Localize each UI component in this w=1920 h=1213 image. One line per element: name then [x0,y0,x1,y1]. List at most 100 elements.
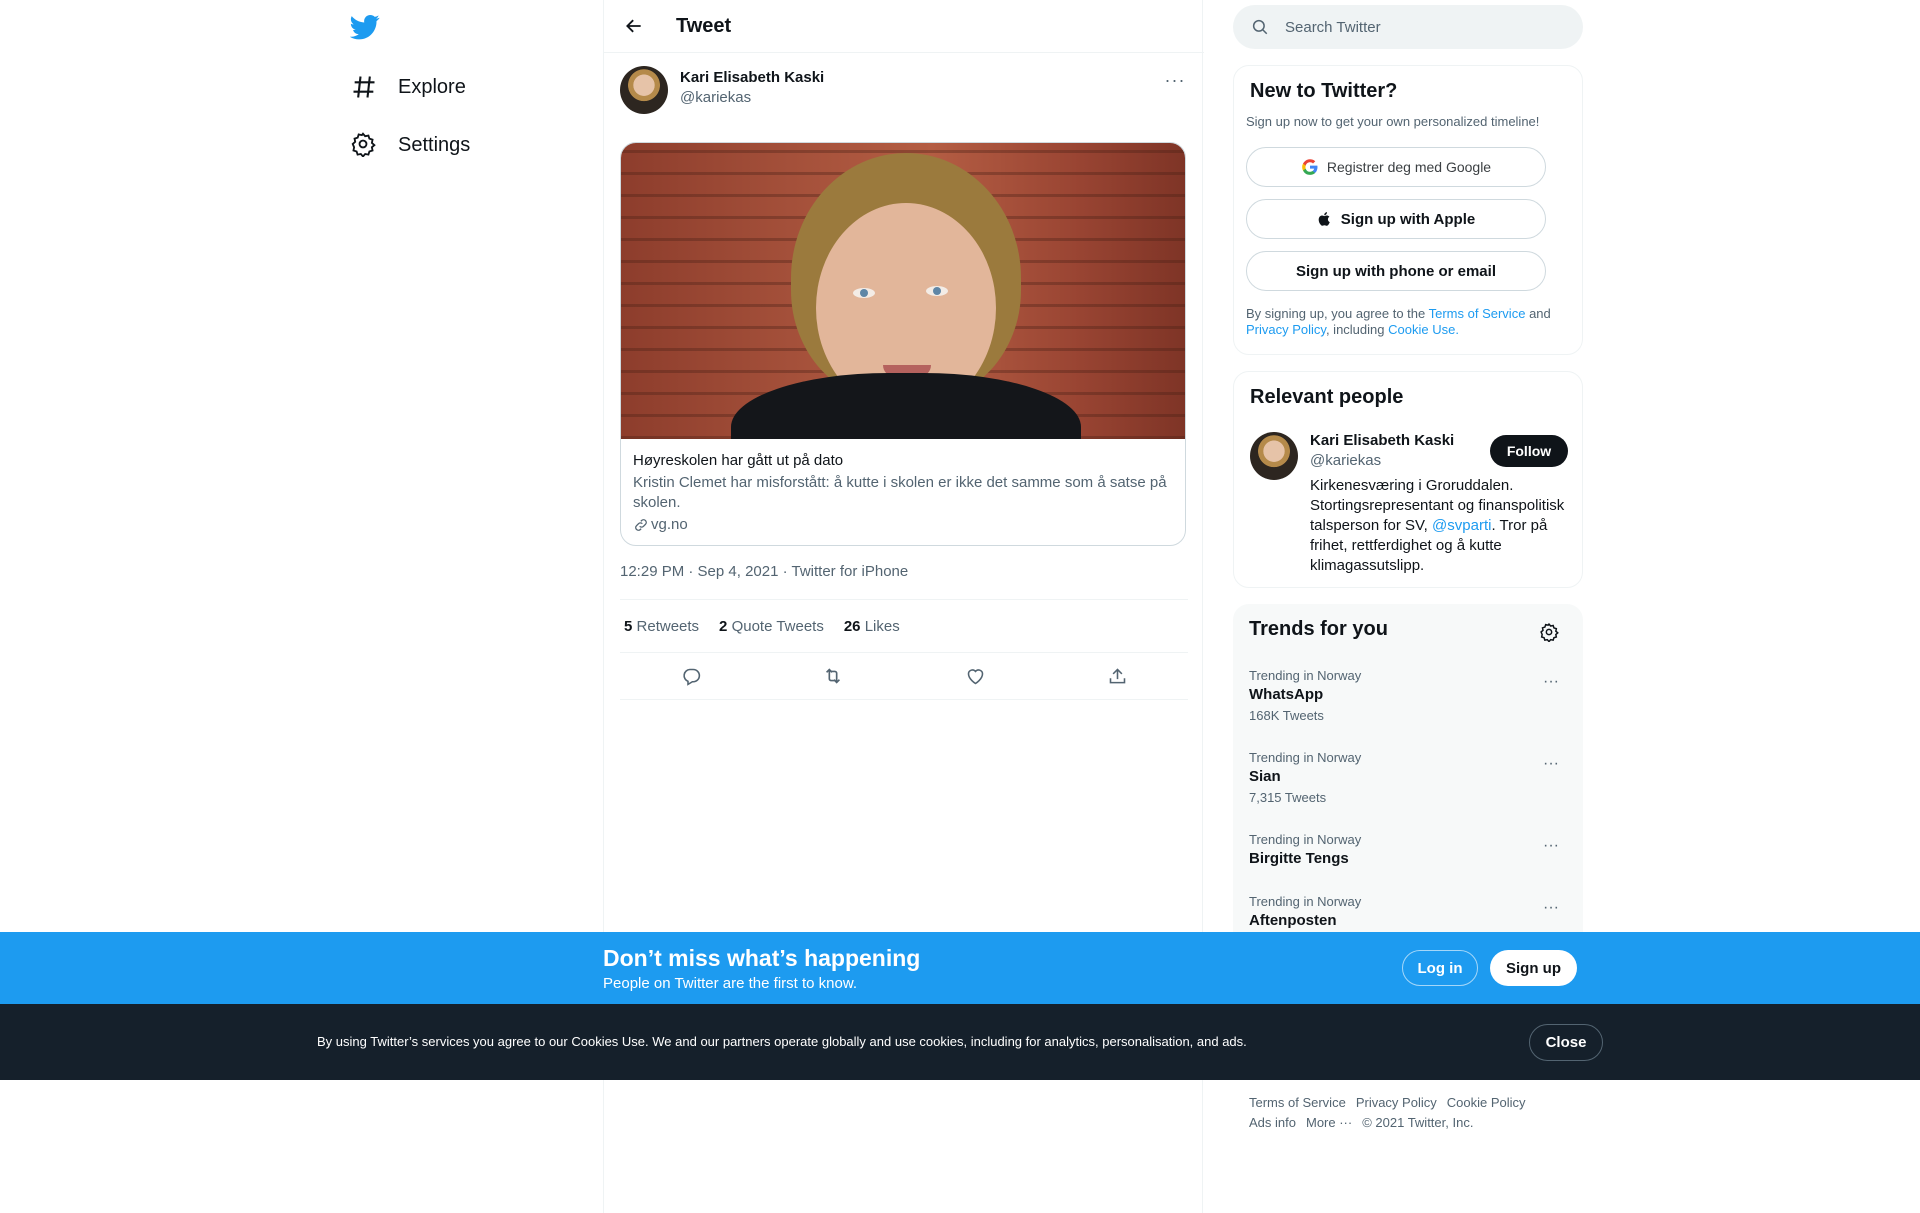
signup-button[interactable]: Sign up [1490,950,1577,986]
relevant-people-panel: Relevant people Kari Elisabeth Kaski @ka… [1233,371,1583,588]
footer-terms-link[interactable]: Terms of Service [1249,1095,1346,1110]
trend-context: Trending in Norway [1249,668,1362,683]
card-description: Kristin Clemet har misforstått: å kutte … [633,474,1167,511]
card-title: Høyreskolen har gått ut på dato [633,452,844,469]
portrait-eye-right [926,286,948,296]
gear-icon [1540,622,1559,642]
likes-count: 26 [843,617,861,635]
back-button[interactable] [620,12,648,40]
card-domain: vg.no [633,515,1173,535]
trends-settings-button[interactable] [1535,618,1563,646]
search-bar[interactable] [1233,5,1583,49]
hashtag-icon [350,73,378,101]
author-avatar[interactable] [620,66,668,114]
relevant-name[interactable]: Kari Elisabeth Kaski [1310,432,1454,449]
trend-context: Trending in Norway [1249,750,1362,765]
retweets-label: Retweets [636,617,700,635]
cookie-use-link[interactable]: Cookie Use. [1388,322,1459,337]
footer-privacy-link[interactable]: Privacy Policy [1356,1095,1437,1110]
tweet-meta[interactable]: 12:29 PM · Sep 4, 2021 · Twitter for iPh… [620,563,908,580]
footer-ads-link[interactable]: Ads info [1249,1115,1296,1130]
promo-subtitle: People on Twitter are the first to know. [603,975,858,992]
signup-title: New to Twitter? [1250,80,1398,102]
nav-explore[interactable]: Explore [350,65,466,109]
google-signup-label: Registrer deg med Google [1326,159,1492,175]
trend-context: Trending in Norway [1249,832,1362,847]
terms-link[interactable]: Terms of Service [1429,306,1526,321]
share-button[interactable] [1099,658,1135,694]
cookie-text: By using Twitter’s services you agree to… [317,1034,1247,1049]
card-image [621,143,1185,439]
page-header: Tweet [604,0,1204,53]
portrait-eye-left [853,288,875,298]
apple-signup-label: Sign up with Apple [1340,210,1476,228]
trend-name: Sian [1249,768,1281,785]
legal-and: and [1529,306,1551,321]
phone-email-signup-label: Sign up with phone or email [1295,262,1496,280]
heart-icon [967,668,983,684]
likes-label: Likes [864,617,900,635]
portrait-coat [731,373,1081,439]
relevant-avatar[interactable] [1250,432,1298,480]
svparti-mention-link[interactable]: @svparti [1432,517,1491,534]
signup-legal: By signing up, you agree to the Terms of… [1246,306,1556,338]
twitter-bird-icon[interactable] [350,12,382,44]
apple-signup-button[interactable]: Sign up with Apple [1246,199,1546,239]
follow-button[interactable]: Follow [1490,435,1568,467]
cookie-close-button[interactable]: Close [1529,1024,1603,1061]
trend-count: 168K Tweets [1249,708,1324,723]
tweet-stats: 5 Retweets 2 Quote Tweets 26 Likes [620,599,1188,653]
trend-more-button[interactable]: ··· [1539,834,1563,858]
nav-settings[interactable]: Settings [350,123,470,167]
ellipsis-icon: ··· [1164,69,1186,90]
quotes-count: 2 [719,617,728,635]
author-name[interactable]: Kari Elisabeth Kaski [680,69,824,86]
trend-context: Trending in Norway [1249,894,1362,909]
footer-more-button[interactable]: More ··· [1306,1115,1352,1130]
likes-stat[interactable]: 26 Likes [844,618,900,635]
relevant-handle[interactable]: @kariekas [1310,452,1381,469]
legal-including: , including [1325,322,1385,337]
trends-title: Trends for you [1249,618,1388,640]
trend-more-button[interactable]: ··· [1539,896,1563,920]
retweets-count: 5 [624,617,633,635]
footer-cookie-link[interactable]: Cookie Policy [1447,1095,1526,1110]
tweet-actions [620,653,1188,700]
reply-button[interactable] [673,658,709,694]
apple-icon [1318,212,1330,226]
signup-subtitle: Sign up now to get your own personalized… [1246,114,1540,129]
login-button[interactable]: Log in [1402,950,1478,986]
retweets-stat[interactable]: 5 Retweets [624,618,699,635]
like-button[interactable] [957,658,993,694]
search-input[interactable] [1285,18,1545,36]
trend-more-button[interactable]: ··· [1539,752,1563,776]
page-title: Tweet [676,15,732,37]
arrow-left-icon [626,19,641,33]
phone-email-signup-button[interactable]: Sign up with phone or email [1246,251,1546,291]
link-card[interactable]: Høyreskolen har gått ut på dato Kristin … [620,142,1186,546]
signup-panel: New to Twitter? Sign up now to get your … [1233,65,1583,355]
google-icon [1302,159,1318,175]
quotes-label: Quote Tweets [731,617,824,635]
gear-icon [350,131,378,159]
author-handle[interactable]: @kariekas [680,89,751,106]
share-icon [1109,667,1125,683]
trend-more-button[interactable]: ··· [1539,670,1563,694]
signup-promo-bar: Don’t miss what’s happening People on Tw… [0,932,1920,1004]
legal-prefix: By signing up, you agree to the [1246,306,1426,321]
trend-count: 7,315 Tweets [1249,790,1327,805]
google-signup-button[interactable]: Registrer deg med Google [1246,147,1546,187]
retweet-button[interactable] [815,658,851,694]
retweet-icon [825,668,841,684]
relevant-title: Relevant people [1250,386,1404,408]
reply-icon [682,668,700,686]
quote-tweets-stat[interactable]: 2 Quote Tweets [719,618,824,635]
footer-links: Terms of Service Privacy Policy Cookie Pol… [1249,1093,1579,1133]
nav-settings-label: Settings [398,133,471,156]
footer-copyright: © 2021 Twitter, Inc. [1362,1115,1474,1130]
trend-name: WhatsApp [1249,686,1324,703]
trend-name: Birgitte Tengs [1249,850,1349,867]
more-options-button[interactable]: ··· [1162,67,1188,93]
search-icon [1252,19,1268,35]
privacy-link[interactable]: Privacy Policy [1246,322,1326,337]
